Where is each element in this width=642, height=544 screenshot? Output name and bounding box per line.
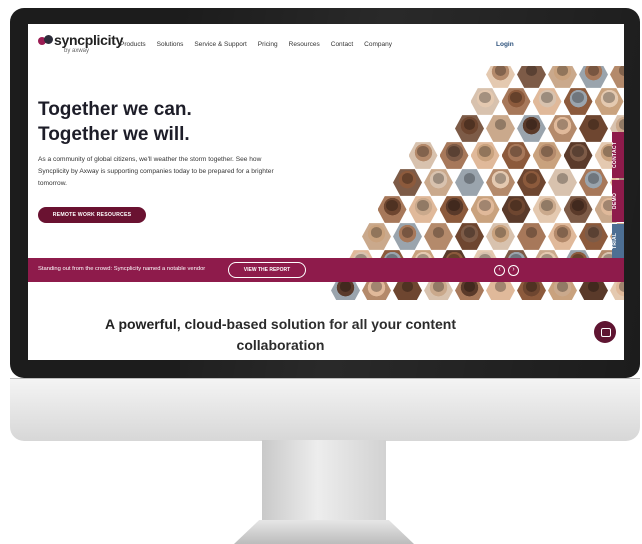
portrait-hexagon: [486, 66, 515, 88]
login-link[interactable]: Login: [496, 41, 514, 48]
nav-item-pricing[interactable]: Pricing: [258, 41, 278, 48]
monitor-stand-base: [234, 520, 414, 544]
portrait-hexagon: [517, 169, 546, 196]
portrait-hexagon: [594, 88, 624, 115]
remote-work-resources-button[interactable]: REMOTE WORK RESOURCES: [38, 207, 146, 223]
portrait-hexagon: [470, 142, 500, 169]
portrait-hexagon: [486, 169, 515, 196]
section-title-line-1: A powerful, cloud-based solution for all…: [104, 316, 457, 332]
portrait-hexagon: [563, 196, 593, 223]
portrait-hexagon: [455, 115, 484, 142]
portrait-hexagon: [548, 115, 577, 142]
nav-item-service-support[interactable]: Service & Support: [194, 41, 246, 48]
portrait-hexagon: [563, 142, 593, 169]
logo-mark-icon: [38, 35, 54, 47]
logo[interactable]: syncplicity by axway: [38, 32, 124, 54]
hero-headline-line-1: Together we can.: [38, 99, 192, 120]
portrait-hexagon: [455, 223, 484, 250]
nav-item-products[interactable]: Products: [120, 41, 146, 48]
portrait-hexagon: [408, 196, 438, 223]
chevron-right-icon[interactable]: ›: [508, 265, 519, 276]
portrait-hexagon: [501, 196, 531, 223]
portrait-hexagon: [393, 223, 422, 250]
browser-screen: syncplicity by axway Products Solutions …: [28, 24, 624, 360]
side-tab-trial[interactable]: TRIAL: [612, 224, 624, 258]
portrait-hexagon: [548, 223, 577, 250]
banner-text: Standing out from the crowd: Syncplicity…: [38, 266, 206, 272]
announcement-banner: Standing out from the crowd: Syncplicity…: [28, 258, 624, 282]
portrait-hexagon: [424, 169, 453, 196]
portrait-hexagon: [579, 223, 608, 250]
portrait-hexagon: [393, 169, 422, 196]
portrait-hexagon: [579, 169, 608, 196]
portrait-hexagon: [532, 196, 562, 223]
view-report-button[interactable]: VIEW THE REPORT: [228, 262, 306, 278]
portrait-hexagon: [455, 169, 484, 196]
portrait-hexagon: [362, 223, 391, 250]
portrait-hexagon: [408, 142, 438, 169]
hero-section: Together we can. Together we will. As a …: [28, 66, 624, 300]
hero-headline-line-2: Together we will.: [38, 124, 190, 145]
portrait-hexagon: [579, 66, 608, 88]
logo-tagline: by axway: [64, 48, 90, 54]
portrait-hexagon: [470, 88, 500, 115]
portrait-hexagon: [532, 142, 562, 169]
section-title-line-2: collaboration: [236, 337, 325, 353]
portrait-hexagon: [517, 223, 546, 250]
chevron-left-icon[interactable]: ‹: [494, 265, 505, 276]
portrait-hexagon: [517, 66, 546, 88]
portrait-hexagon: [501, 142, 531, 169]
hero-description: As a community of global citizens, we'll…: [38, 156, 274, 187]
portrait-hexagon: [424, 223, 453, 250]
portrait-hexagon: [548, 169, 577, 196]
portrait-hexagon: [532, 88, 562, 115]
nav-item-resources[interactable]: Resources: [289, 41, 320, 48]
nav-item-contact[interactable]: Contact: [331, 41, 353, 48]
portrait-hexagon: [439, 196, 469, 223]
portrait-hexagon: [563, 88, 593, 115]
portrait-hexagon: [486, 115, 515, 142]
section-title: A powerful, cloud-based solution for all…: [28, 314, 533, 356]
portrait-hexagon: [517, 115, 546, 142]
main-nav: Products Solutions Service & Support Pri…: [120, 41, 392, 48]
nav-item-solutions[interactable]: Solutions: [157, 41, 184, 48]
portrait-hexagon: [610, 66, 624, 88]
monitor-chin: [10, 378, 640, 441]
portrait-hexagon: [486, 223, 515, 250]
portrait-hexagon: [579, 115, 608, 142]
portrait-hexagon: [377, 196, 407, 223]
side-tab-contact[interactable]: CONTACT: [612, 132, 624, 178]
side-tab-demo[interactable]: DEMO: [612, 180, 624, 222]
logo-text: syncplicity: [54, 32, 124, 48]
portrait-hexagon: [439, 142, 469, 169]
top-navbar: syncplicity by axway Products Solutions …: [28, 24, 624, 66]
portrait-hexagon: [501, 88, 531, 115]
nav-item-company[interactable]: Company: [364, 41, 392, 48]
portrait-hexagon: [470, 196, 500, 223]
hero-headline: Together we can. Together we will.: [38, 97, 192, 147]
portrait-hexagon: [548, 66, 577, 88]
chat-bubble-icon[interactable]: [594, 321, 616, 343]
monitor-stand-neck: [262, 440, 386, 522]
